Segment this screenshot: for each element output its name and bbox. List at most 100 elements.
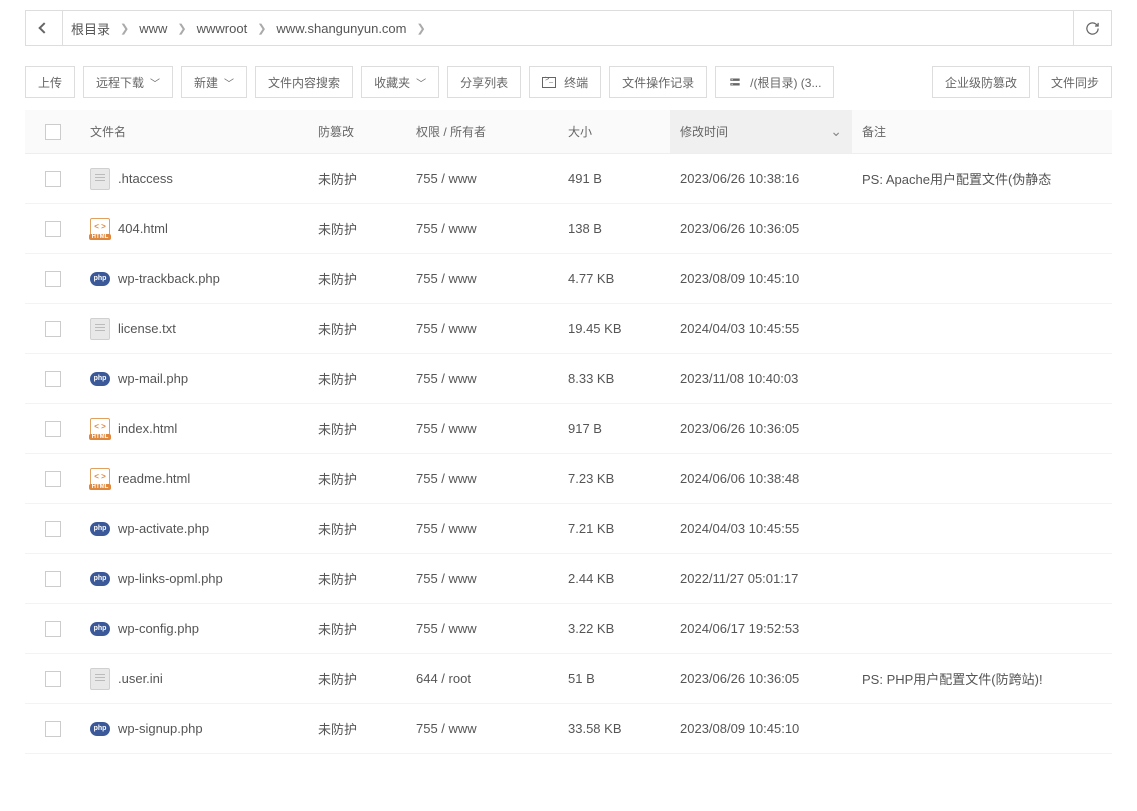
cell-name[interactable]: wp-signup.php [80, 721, 308, 736]
checkbox[interactable] [45, 421, 61, 437]
toolbar: 上传 远程下载﹀ 新建﹀ 文件内容搜索 收藏夹﹀ 分享列表 终端 文件操作记录 … [25, 66, 1112, 98]
table-row[interactable]: 404.html未防护755 / www138 B2023/06/26 10:3… [25, 204, 1112, 254]
cell-size: 51 B [558, 671, 670, 686]
cell-permission: 755 / www [406, 621, 558, 636]
cell-name[interactable]: wp-activate.php [80, 521, 308, 536]
cell-permission: 644 / root [406, 671, 558, 686]
table-row[interactable]: index.html未防护755 / www917 B2023/06/26 10… [25, 404, 1112, 454]
chevron-right-icon: ❯ [177, 22, 186, 35]
checkbox[interactable] [45, 571, 61, 587]
table-row[interactable]: .htaccess未防护755 / www491 B2023/06/26 10:… [25, 154, 1112, 204]
cell-name[interactable]: .htaccess [80, 168, 308, 190]
cell-name[interactable]: wp-mail.php [80, 371, 308, 386]
cell-checkbox[interactable] [25, 471, 80, 487]
table-row[interactable]: wp-signup.php未防护755 / www33.58 KB2023/08… [25, 704, 1112, 754]
cell-name[interactable]: license.txt [80, 318, 308, 340]
breadcrumb-segment[interactable]: wwwroot [197, 21, 248, 36]
cell-size: 33.58 KB [558, 721, 670, 736]
col-size[interactable]: 大小 [558, 123, 670, 140]
cell-checkbox[interactable] [25, 421, 80, 437]
cell-checkbox[interactable] [25, 171, 80, 187]
cell-antitamper: 未防护 [308, 419, 406, 438]
table-row[interactable]: wp-trackback.php未防护755 / www4.77 KB2023/… [25, 254, 1112, 304]
cell-checkbox[interactable] [25, 571, 80, 587]
file-txt-icon [90, 668, 110, 690]
cell-checkbox[interactable] [25, 321, 80, 337]
cell-checkbox[interactable] [25, 271, 80, 287]
col-note[interactable]: 备注 [852, 123, 1112, 140]
cell-checkbox[interactable] [25, 721, 80, 737]
col-antitamper[interactable]: 防篡改 [308, 123, 406, 140]
file-sync-button[interactable]: 文件同步 [1038, 66, 1112, 98]
new-label: 新建 [194, 74, 218, 91]
enterprise-antitamper-button[interactable]: 企业级防篡改 [932, 66, 1030, 98]
cell-name[interactable]: wp-trackback.php [80, 271, 308, 286]
terminal-button[interactable]: 终端 [529, 66, 601, 98]
cell-permission: 755 / www [406, 321, 558, 336]
file-name: license.txt [118, 321, 176, 336]
cell-antitamper: 未防护 [308, 269, 406, 288]
table-row[interactable]: wp-config.php未防护755 / www3.22 KB2024/06/… [25, 604, 1112, 654]
table-row[interactable]: readme.html未防护755 / www7.23 KB2024/06/06… [25, 454, 1112, 504]
cell-name[interactable]: .user.ini [80, 668, 308, 690]
checkbox[interactable] [45, 621, 61, 637]
file-name: 404.html [118, 221, 168, 236]
checkbox-all[interactable] [45, 124, 61, 140]
breadcrumb-segment[interactable]: www [139, 21, 167, 36]
content-search-button[interactable]: 文件内容搜索 [255, 66, 353, 98]
cell-antitamper: 未防护 [308, 569, 406, 588]
checkbox[interactable] [45, 521, 61, 537]
disk-button[interactable]: /(根目录) (3... [715, 66, 834, 98]
file-html-icon [90, 468, 110, 490]
cell-name[interactable]: 404.html [80, 218, 308, 240]
breadcrumb-segment[interactable]: 根目录 [71, 19, 110, 38]
chevron-down-icon: ﹀ [416, 75, 426, 90]
checkbox[interactable] [45, 271, 61, 287]
checkbox[interactable] [45, 321, 61, 337]
file-txt-icon [90, 168, 110, 190]
checkbox[interactable] [45, 221, 61, 237]
col-mtime-label: 修改时间 [680, 123, 728, 140]
checkbox[interactable] [45, 721, 61, 737]
col-permission[interactable]: 权限 / 所有者 [406, 123, 558, 140]
col-checkbox[interactable] [25, 124, 80, 140]
cell-name[interactable]: wp-links-opml.php [80, 571, 308, 586]
breadcrumb-segment[interactable]: www.shangunyun.com [276, 21, 406, 36]
cell-permission: 755 / www [406, 371, 558, 386]
table-row[interactable]: license.txt未防护755 / www19.45 KB2024/04/0… [25, 304, 1112, 354]
cell-size: 8.33 KB [558, 371, 670, 386]
breadcrumb-path[interactable]: 根目录❯www❯wwwroot❯www.shangunyun.com❯ [63, 10, 1074, 46]
file-name: .user.ini [118, 671, 163, 686]
cell-checkbox[interactable] [25, 521, 80, 537]
share-list-button[interactable]: 分享列表 [447, 66, 521, 98]
cell-antitamper: 未防护 [308, 319, 406, 338]
checkbox[interactable] [45, 171, 61, 187]
col-name[interactable]: 文件名 [80, 123, 308, 140]
file-php-icon [90, 522, 110, 536]
cell-checkbox[interactable] [25, 671, 80, 687]
file-php-icon [90, 372, 110, 386]
remote-download-button[interactable]: 远程下载﹀ [83, 66, 173, 98]
checkbox[interactable] [45, 371, 61, 387]
table-row[interactable]: wp-links-opml.php未防护755 / www2.44 KB2022… [25, 554, 1112, 604]
table-row[interactable]: wp-activate.php未防护755 / www7.21 KB2024/0… [25, 504, 1112, 554]
back-button[interactable] [25, 10, 63, 46]
cell-permission: 755 / www [406, 421, 558, 436]
col-mtime[interactable]: 修改时间 ⌄ [670, 110, 852, 153]
cell-name[interactable]: index.html [80, 418, 308, 440]
cell-checkbox[interactable] [25, 621, 80, 637]
checkbox[interactable] [45, 671, 61, 687]
cell-checkbox[interactable] [25, 221, 80, 237]
refresh-button[interactable] [1074, 10, 1112, 46]
cell-name[interactable]: wp-config.php [80, 621, 308, 636]
cell-checkbox[interactable] [25, 371, 80, 387]
new-button[interactable]: 新建﹀ [181, 66, 247, 98]
table-row[interactable]: .user.ini未防护644 / root51 B2023/06/26 10:… [25, 654, 1112, 704]
table-row[interactable]: wp-mail.php未防护755 / www8.33 KB2023/11/08… [25, 354, 1112, 404]
upload-button[interactable]: 上传 [25, 66, 75, 98]
file-php-icon [90, 572, 110, 586]
favorites-button[interactable]: 收藏夹﹀ [361, 66, 439, 98]
operation-log-button[interactable]: 文件操作记录 [609, 66, 707, 98]
cell-name[interactable]: readme.html [80, 468, 308, 490]
checkbox[interactable] [45, 471, 61, 487]
